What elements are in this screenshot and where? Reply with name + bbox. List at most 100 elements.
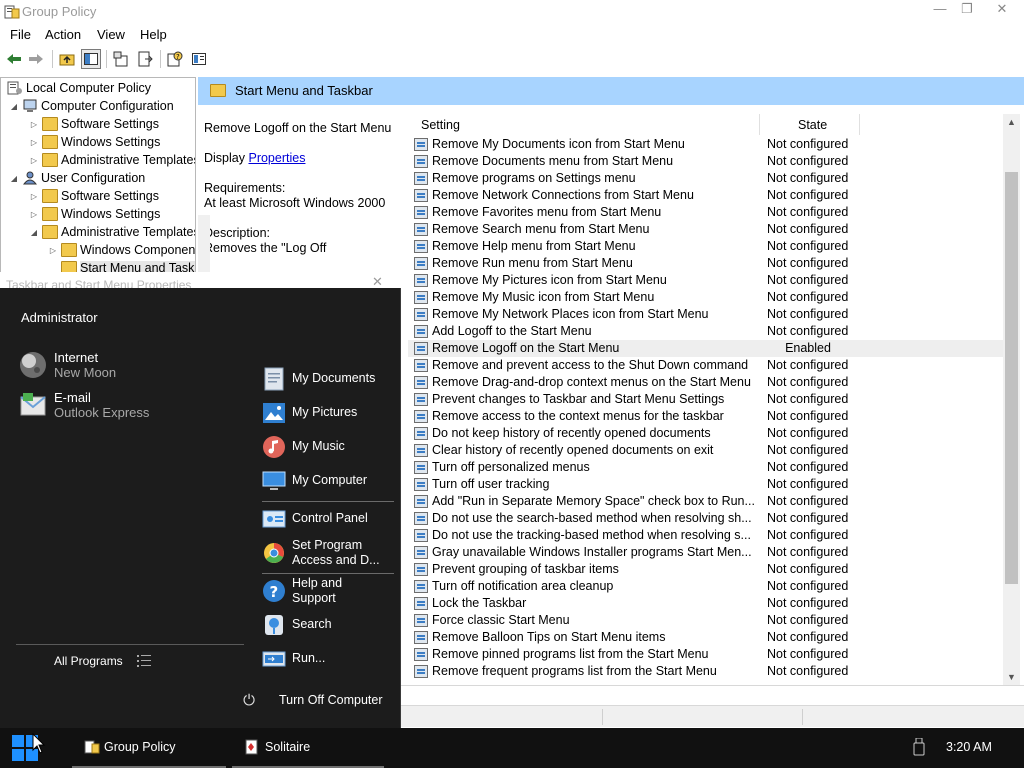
tree-item-uc-administrative-templates[interactable]: ◢ Administrative Templates: [29, 223, 195, 241]
tree-item-cc-software-settings[interactable]: ▷ Software Settings: [29, 115, 159, 133]
table-row[interactable]: Do not use the tracking-based method whe…: [408, 527, 1008, 544]
show-hide-tree-icon[interactable]: [81, 49, 101, 69]
start-my-pictures[interactable]: My Pictures: [262, 398, 397, 428]
table-row[interactable]: Turn off personalized menus Not configure…: [408, 459, 1008, 476]
properties-link[interactable]: Properties: [248, 151, 305, 165]
collapsed-chevron-icon[interactable]: ▷: [48, 246, 58, 255]
policy-setting-icon: [414, 342, 428, 355]
start-set-program-access[interactable]: Set Program Access and D...: [262, 538, 397, 568]
table-row[interactable]: Do not use the search-based method when …: [408, 510, 1008, 527]
table-row[interactable]: Remove Network Connections from Start Me…: [408, 187, 1008, 204]
back-arrow-icon[interactable]: [4, 49, 24, 69]
collapsed-chevron-icon[interactable]: ▷: [29, 120, 39, 129]
table-row[interactable]: Remove Favorites menu from Start Menu Not…: [408, 204, 1008, 221]
setting-state: Not configured: [767, 358, 849, 372]
setting-name: Add Logoff to the Start Menu: [432, 324, 592, 338]
display-properties: Display Properties: [204, 151, 394, 166]
start-my-documents[interactable]: My Documents: [262, 364, 397, 394]
start-my-computer[interactable]: My Computer: [262, 466, 397, 496]
start-pinned-internet[interactable]: Internet New Moon: [18, 348, 248, 382]
table-row[interactable]: Remove pinned programs list from the Sta…: [408, 646, 1008, 663]
tree-item-uc-windows-settings[interactable]: ▷ Windows Settings: [29, 205, 160, 223]
up-folder-icon[interactable]: [57, 49, 77, 69]
taskbar-button-solitaire[interactable]: Solitaire: [232, 728, 384, 768]
settings-list-scrollbar[interactable]: ▲ ▼: [1003, 114, 1020, 685]
table-row[interactable]: Remove programs on Settings menu Not conf…: [408, 170, 1008, 187]
expanded-chevron-icon[interactable]: ◢: [9, 102, 19, 111]
collapsed-chevron-icon[interactable]: ▷: [29, 138, 39, 147]
table-row[interactable]: Remove access to the context menus for t…: [408, 408, 1008, 425]
table-row[interactable]: Lock the Taskbar Not configured: [408, 595, 1008, 612]
column-header-state[interactable]: State: [760, 114, 860, 135]
start-menu-username: Administrator: [21, 310, 98, 325]
policy-setting-icon: [414, 478, 428, 491]
tree-item-user-configuration[interactable]: ◢ User Configuration: [9, 169, 145, 187]
table-row[interactable]: Remove and prevent access to the Shut Do…: [408, 357, 1008, 374]
tree-item-uc-software-settings[interactable]: ▷ Software Settings: [29, 187, 159, 205]
table-row[interactable]: Force classic Start Menu Not configured: [408, 612, 1008, 629]
table-row[interactable]: Remove Drag-and-drop context menus on th…: [408, 374, 1008, 391]
table-row[interactable]: Prevent changes to Taskbar and Start Men…: [408, 391, 1008, 408]
tree-item-local-computer-policy[interactable]: Local Computer Policy: [7, 79, 151, 97]
forward-arrow-icon[interactable]: [26, 49, 46, 69]
setting-name: Do not keep history of recently opened d…: [432, 426, 711, 440]
table-row[interactable]: Remove My Documents icon from Start Menu…: [408, 136, 1008, 153]
table-row[interactable]: Add Logoff to the Start Menu Not configur…: [408, 323, 1008, 340]
table-row[interactable]: Prevent grouping of taskbar items Not con…: [408, 561, 1008, 578]
all-programs-button[interactable]: All Programs: [54, 654, 123, 668]
collapsed-chevron-icon[interactable]: ▷: [29, 156, 39, 165]
start-run[interactable]: Run...: [262, 644, 397, 674]
tree-item-windows-components[interactable]: ▷ Windows Components: [48, 241, 195, 259]
scroll-down-arrow-icon[interactable]: ▼: [1003, 669, 1020, 685]
table-row[interactable]: Remove My Network Places icon from Start…: [408, 306, 1008, 323]
restore-button[interactable]: ❐: [951, 0, 983, 20]
start-search[interactable]: Search: [262, 610, 397, 640]
expanded-chevron-icon[interactable]: ◢: [9, 174, 19, 183]
table-row[interactable]: Gray unavailable Windows Installer progr…: [408, 544, 1008, 561]
menu-view[interactable]: View: [97, 27, 125, 42]
table-row[interactable]: Remove frequent programs list from the S…: [408, 663, 1008, 680]
menu-help[interactable]: Help: [140, 27, 167, 42]
table-row[interactable]: Turn off notification area cleanup Not co…: [408, 578, 1008, 595]
pinned-subtitle: New Moon: [54, 365, 117, 380]
table-row[interactable]: Remove My Music icon from Start Menu Not …: [408, 289, 1008, 306]
table-row[interactable]: Remove Balloon Tips on Start Menu items N…: [408, 629, 1008, 646]
start-control-panel[interactable]: Control Panel: [262, 504, 397, 534]
table-row[interactable]: Remove Help menu from Start Menu Not conf…: [408, 238, 1008, 255]
properties-icon[interactable]: [111, 49, 131, 69]
start-help-and-support[interactable]: ? Help and Support: [262, 576, 397, 606]
table-row[interactable]: Remove Documents menu from Start Menu Not…: [408, 153, 1008, 170]
table-row[interactable]: Remove Search menu from Start Menu Not co…: [408, 221, 1008, 238]
table-row[interactable]: Clear history of recently opened documen…: [408, 442, 1008, 459]
scrollbar-thumb[interactable]: [1005, 172, 1018, 584]
table-row[interactable]: Remove Run menu from Start Menu Not confi…: [408, 255, 1008, 272]
collapsed-chevron-icon[interactable]: ▷: [29, 210, 39, 219]
menu-action[interactable]: Action: [45, 27, 81, 42]
taskbar-button-group-policy[interactable]: Group Policy: [72, 728, 226, 768]
start-pinned-email[interactable]: E-mail Outlook Express: [18, 388, 248, 422]
expanded-chevron-icon[interactable]: ◢: [29, 228, 39, 237]
table-row[interactable]: Do not keep history of recently opened d…: [408, 425, 1008, 442]
table-row[interactable]: Add "Run in Separate Memory Space" check…: [408, 493, 1008, 510]
usb-device-icon[interactable]: [913, 738, 925, 756]
table-row[interactable]: Remove My Pictures icon from Start Menu N…: [408, 272, 1008, 289]
scroll-up-arrow-icon[interactable]: ▲: [1003, 114, 1020, 130]
settings-list: Setting State Remove My Documents icon f…: [408, 114, 1008, 685]
start-item-label: Set Program Access and D...: [292, 538, 380, 568]
table-row[interactable]: Remove Logoff on the Start Menu Enabled: [408, 340, 1008, 357]
column-header-setting[interactable]: Setting: [408, 114, 760, 135]
tree-item-cc-windows-settings[interactable]: ▷ Windows Settings: [29, 133, 160, 151]
close-button[interactable]: ✕: [986, 0, 1018, 20]
extended-view-icon[interactable]: [189, 49, 209, 69]
start-my-music[interactable]: My Music: [262, 432, 397, 462]
tree-item-cc-administrative-templates[interactable]: ▷ Administrative Templates: [29, 151, 195, 169]
tree-item-computer-configuration[interactable]: ◢ Computer Configuration: [9, 97, 174, 115]
collapsed-chevron-icon[interactable]: ▷: [29, 192, 39, 201]
export-list-icon[interactable]: [135, 49, 155, 69]
power-icon[interactable]: ⏻: [240, 692, 258, 710]
menu-file[interactable]: File: [10, 27, 31, 42]
turn-off-computer-button[interactable]: Turn Off Computer: [279, 693, 383, 707]
table-row[interactable]: Turn off user tracking Not configured: [408, 476, 1008, 493]
help-icon[interactable]: ?: [165, 49, 185, 69]
taskbar-clock[interactable]: 3:20 AM: [946, 740, 992, 754]
